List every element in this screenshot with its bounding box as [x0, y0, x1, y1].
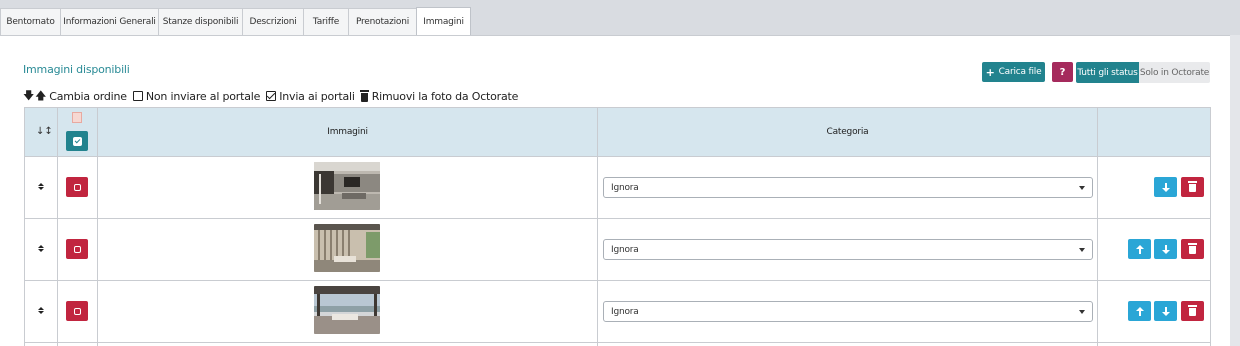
row-select-checkbox[interactable]	[66, 177, 88, 197]
images-table: ↓↕ Immagini Categoria Ignora Ignora Igno…	[24, 107, 1211, 346]
tab-descrizioni[interactable]: Descrizioni	[242, 8, 304, 35]
move-handle-icon[interactable]	[36, 180, 46, 192]
chevron-down-icon	[1079, 186, 1085, 190]
arrow-up-icon	[1135, 306, 1144, 316]
image-thumbnail[interactable]	[314, 224, 380, 272]
trash-icon	[1188, 305, 1197, 316]
image-thumbnail[interactable]	[314, 286, 380, 334]
table-row: Ignora	[24, 157, 1211, 218]
send-label: Invia ai portali	[279, 89, 355, 103]
header-images: Immagini	[327, 126, 368, 137]
plus-icon: +	[985, 65, 995, 79]
table-row: Ignora	[24, 219, 1211, 280]
move-down-button[interactable]	[1154, 239, 1177, 259]
delete-button[interactable]	[1181, 301, 1204, 321]
image-thumbnail[interactable]	[314, 162, 380, 210]
arrow-down-icon	[1161, 244, 1170, 254]
move-down-button[interactable]	[1154, 301, 1177, 321]
tab-stanze-disponibili[interactable]: Stanze disponibili	[158, 8, 243, 35]
table-row: Ignora	[24, 281, 1211, 342]
reorder-label: Cambia ordine	[49, 89, 127, 103]
remove-action[interactable]: Rimuovi la foto da Octorate	[359, 89, 519, 103]
checkbox-icon	[132, 91, 143, 101]
row-select-checkbox[interactable]	[66, 239, 88, 259]
category-select[interactable]: Ignora	[603, 239, 1093, 260]
arrow-up-icon	[1135, 244, 1144, 254]
scroll-gutter	[1230, 35, 1240, 346]
move-handle-icon[interactable]	[36, 242, 46, 254]
tab-tariffe[interactable]: Tariffe	[303, 8, 349, 35]
arrow-up-icon: 🡅	[35, 88, 47, 102]
move-handle-icon[interactable]	[36, 304, 46, 316]
move-up-button[interactable]	[1128, 301, 1151, 321]
filter-all-button[interactable]: Tutti gli status	[1076, 62, 1139, 83]
filter-octorate-button[interactable]: Solo in Octorate	[1139, 62, 1210, 83]
no-send-label: Non inviare al portale	[145, 89, 261, 103]
tab-prenotazioni[interactable]: Prenotazioni	[348, 8, 417, 35]
arrow-down-icon	[1161, 182, 1170, 192]
section-title: Immagini disponibili	[23, 63, 130, 76]
reorder-action[interactable]: 🡇 🡅 Cambia ordine	[23, 87, 127, 106]
tab-bar: Bentornato Informazioni Generali Stanze …	[0, 0, 1240, 36]
checkbox-checked-icon	[266, 91, 277, 101]
move-down-button[interactable]	[1154, 177, 1177, 197]
chevron-down-icon	[1079, 248, 1085, 252]
remove-label: Rimuovi la foto da Octorate	[371, 89, 519, 103]
select-all-checkbox[interactable]	[66, 131, 88, 151]
delete-button[interactable]	[1181, 239, 1204, 259]
trash-icon	[1188, 243, 1197, 254]
image-toolbar: 🡇 🡅 Cambia ordine Non inviare al portale…	[23, 88, 524, 104]
tab-bentornato[interactable]: Bentornato	[0, 8, 61, 35]
header-category: Categoria	[826, 126, 869, 137]
category-select[interactable]: Ignora	[603, 177, 1093, 198]
tab-informazioni-generali[interactable]: Informazioni Generali	[60, 8, 159, 35]
upload-label: Carica file	[998, 67, 1042, 77]
send-action[interactable]: Invia ai portali	[266, 90, 355, 103]
upload-button[interactable]: + Carica file	[982, 62, 1045, 82]
trash-icon	[1188, 181, 1197, 192]
delete-button[interactable]	[1181, 177, 1204, 197]
move-up-button[interactable]	[1128, 239, 1151, 259]
chevron-down-icon	[1079, 310, 1085, 314]
image-placeholder-icon	[72, 112, 82, 123]
trash-icon	[359, 89, 369, 102]
arrow-down-icon: 🡇	[23, 88, 35, 102]
help-button[interactable]: ?	[1052, 62, 1073, 82]
no-send-action[interactable]: Non inviare al portale	[132, 89, 261, 103]
arrow-down-icon	[1161, 306, 1170, 316]
category-select[interactable]: Ignora	[603, 301, 1093, 322]
tab-immagini[interactable]: Immagini	[416, 7, 471, 36]
row-select-checkbox[interactable]	[66, 301, 88, 321]
sort-icon[interactable]: ↓↕	[36, 126, 53, 137]
